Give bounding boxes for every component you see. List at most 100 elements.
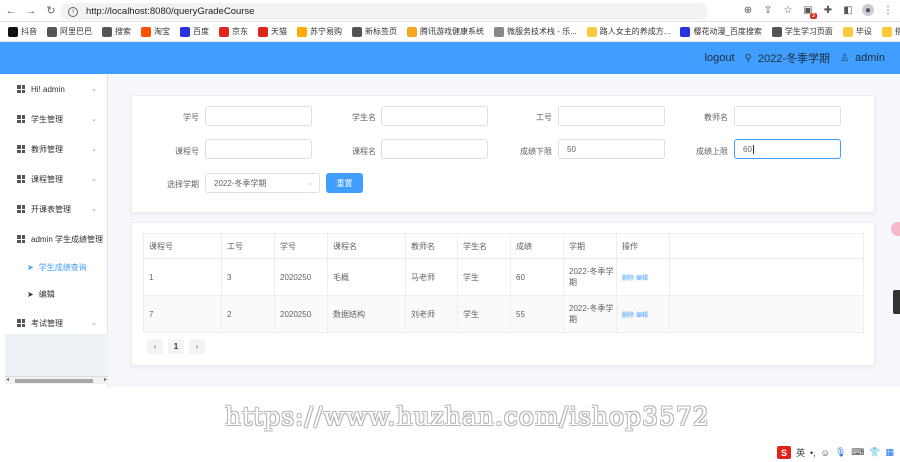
forward-icon[interactable]: → [22, 2, 40, 20]
bookmark-item[interactable]: 路人女主的养成方... [586, 26, 670, 37]
bookmark-item[interactable]: 百度 [180, 26, 209, 37]
bookmark-item[interactable]: 淘宝 [141, 26, 170, 37]
url-text: http://localhost:8080/queryGradeCourse [86, 6, 255, 17]
bookmark-item[interactable]: 学生学习页面 [771, 26, 833, 37]
bookmark-favicon-icon [47, 26, 57, 37]
bookmark-item[interactable]: 搜索 [102, 26, 131, 37]
profile-avatar-icon[interactable]: ● [862, 4, 874, 16]
row-filler [669, 295, 864, 333]
send-icon: ➤ [27, 290, 34, 299]
puzzle-icon[interactable]: ✚ [822, 4, 834, 16]
menu-grid-icon [17, 175, 25, 183]
chevron-down-icon: ⌄ [91, 206, 97, 213]
bookmark-favicon-icon [407, 26, 417, 37]
address-bar[interactable]: i http://localhost:8080/queryGradeCourse [60, 3, 708, 20]
ime-mode[interactable]: 英 [796, 446, 805, 459]
student-id-input[interactable] [205, 106, 312, 126]
menu-grid-icon [17, 205, 25, 213]
term-select[interactable]: 2022-冬季学期 ⌄ [205, 173, 320, 193]
scroll-left-icon[interactable]: ◂ [6, 376, 9, 383]
keyboard-icon[interactable]: ⌨ [851, 447, 864, 458]
table-cell: 1 [143, 258, 222, 296]
bookmark-item[interactable]: 微服务技术栈 - 乐... [494, 26, 577, 37]
reload-icon[interactable]: ↻ [42, 2, 60, 20]
logout-link[interactable]: logout [705, 52, 735, 64]
punctuation-icon[interactable]: •, [810, 448, 816, 458]
bookmark-item[interactable]: 樱花动漫_百度搜索 [680, 26, 762, 37]
sidebar-menu-item[interactable]: Hi! admin ⌄ [5, 74, 107, 104]
sidebar-subitem[interactable]: ➤ 编辑 [5, 281, 107, 308]
bookmark-item[interactable]: 毕设 [842, 26, 872, 37]
table-cell: 2020250 [274, 295, 328, 333]
prev-page-button[interactable]: ‹ [147, 339, 163, 354]
sidebar-menu-item[interactable]: 开课表管理 ⌄ [5, 194, 107, 224]
chevron-down-icon: ⌄ [91, 116, 97, 123]
edit-link[interactable]: 编辑 [636, 313, 648, 319]
grade-min-input[interactable]: 50 [558, 139, 665, 159]
grade-max-input[interactable]: 60 [734, 139, 841, 159]
bookmark-label: 天猫 [271, 27, 287, 36]
sidebar-menu-item[interactable]: 课程管理 ⌄ [5, 164, 107, 194]
bookmark-favicon-icon [258, 26, 268, 37]
next-page-button[interactable]: › [189, 339, 205, 354]
course-name-input[interactable] [381, 139, 488, 159]
menu-dots-icon[interactable]: ⋮ [882, 4, 894, 16]
teacher-name-input[interactable] [734, 106, 841, 126]
extension-icon[interactable]: ▣ 3 [802, 4, 817, 19]
scrollbar-thumb[interactable] [15, 379, 93, 383]
bookmark-item[interactable]: 抖音 [8, 26, 37, 37]
sidebar-subitem-label: 编辑 [38, 290, 55, 299]
bookmark-favicon-icon [180, 26, 190, 37]
sidebar-menu-item[interactable]: 考试管理 ⌄ [5, 308, 107, 338]
microphone-icon[interactable]: 🎙 [835, 447, 846, 458]
grid-menu-icon[interactable]: ▦ [885, 447, 894, 458]
side-panel-icon[interactable]: ◧ [842, 4, 854, 16]
table-cell: 60 [510, 258, 564, 296]
teacher-id-input[interactable] [558, 106, 665, 126]
sidebar-menu-item[interactable]: 教师管理 ⌄ [5, 134, 107, 164]
google-lens-icon[interactable]: ⊕ [742, 4, 754, 16]
sidebar-menu-item[interactable]: 学生管理 ⌄ [5, 104, 107, 134]
scroll-right-icon[interactable]: ▸ [104, 376, 107, 383]
browser-toolbar: ← → ↻ i http://localhost:8080/queryGrade… [0, 0, 900, 22]
course-id-input[interactable] [205, 139, 312, 159]
course-name-label: 课程名 [352, 147, 376, 156]
table-cell: 2 [221, 295, 275, 333]
bookmark-item[interactable]: 腾讯游戏健康系统 [407, 26, 484, 37]
emoji-icon[interactable]: ☺ [821, 448, 830, 458]
bookmark-star-icon[interactable]: ☆ [782, 4, 794, 16]
student-name-input[interactable] [381, 106, 488, 126]
column-header: 课程号 [143, 233, 222, 259]
back-icon[interactable]: ← [2, 2, 20, 20]
bookmark-item[interactable]: 苏宁易购 [297, 26, 342, 37]
browser-actions: ⊕ ⇪ ☆ ▣ 3 ✚ ◧ ● ⋮ [742, 4, 894, 19]
sidebar-item-label: 学生管理 [31, 114, 63, 124]
bookmark-label: 百度 [193, 27, 209, 36]
bookmark-item[interactable]: 京东 [219, 26, 248, 37]
sidebar-subitem[interactable]: ➤ 学生成绩查询 [5, 254, 107, 281]
operations-cell: 删除 编辑 [616, 295, 670, 333]
ime-logo-icon[interactable]: S [776, 446, 791, 459]
side-drawer-tab[interactable] [893, 290, 900, 314]
edit-link[interactable]: 编辑 [636, 276, 648, 282]
term-select-label: 选择学期 [167, 180, 199, 189]
delete-link[interactable]: 删除 [622, 276, 634, 282]
sidebar-scrollbar[interactable]: ◂ ▸ [5, 376, 108, 384]
bookmark-item[interactable]: 阿里巴巴 [47, 26, 92, 37]
info-icon[interactable]: i [68, 6, 78, 17]
delete-link[interactable]: 删除 [622, 313, 634, 319]
reset-button[interactable]: 重置 [326, 173, 363, 193]
sidebar-menu-item[interactable]: admin 学生成绩管理 [5, 224, 107, 254]
bookmark-favicon-icon [141, 26, 151, 37]
bookmark-label: 搭建 [894, 27, 900, 36]
bookmark-item[interactable]: 新标签页 [352, 26, 397, 37]
table-cell: 刘老师 [405, 295, 458, 333]
bookmark-item[interactable]: 搭建 [881, 26, 900, 37]
term-select-value: 2022-冬季学期 [214, 178, 267, 188]
page-number[interactable]: 1 [168, 339, 184, 354]
student-id-label: 学号 [183, 113, 199, 122]
floating-widget-icon[interactable] [891, 222, 900, 236]
bookmark-item[interactable]: 天猫 [258, 26, 287, 37]
skin-icon[interactable]: 👕 [869, 447, 880, 458]
share-icon[interactable]: ⇪ [762, 4, 774, 16]
